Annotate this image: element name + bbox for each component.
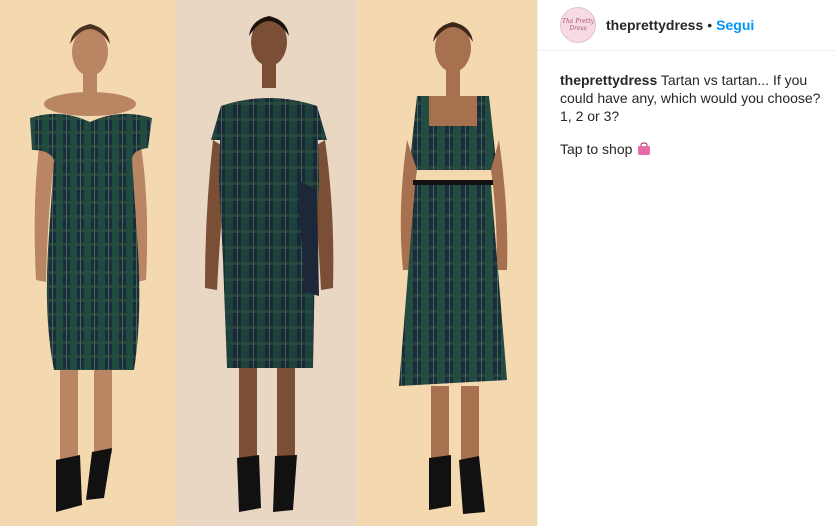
post-header: The Pretty Dress theprettydress • Segui: [538, 0, 835, 51]
shopping-bag-icon[interactable]: [637, 142, 651, 156]
separator-dot: •: [707, 17, 713, 33]
avatar[interactable]: The Pretty Dress: [560, 7, 596, 43]
follow-button[interactable]: Segui: [716, 17, 754, 33]
post-caption: theprettydress Tartan vs tartan... If yo…: [538, 51, 835, 125]
model-photo-1: [0, 0, 177, 526]
post-image[interactable]: [0, 0, 537, 526]
shop-text[interactable]: Tap to shop: [560, 141, 632, 157]
post-sidebar: The Pretty Dress theprettydress • Segui …: [537, 0, 835, 526]
model-photo-3: [357, 0, 537, 526]
username-link[interactable]: theprettydress: [606, 17, 703, 33]
model-photo-2: [177, 0, 357, 526]
avatar-logo-text: The Pretty Dress: [562, 18, 594, 32]
shop-line: Tap to shop: [538, 125, 835, 157]
caption-username-link[interactable]: theprettydress: [560, 72, 657, 88]
